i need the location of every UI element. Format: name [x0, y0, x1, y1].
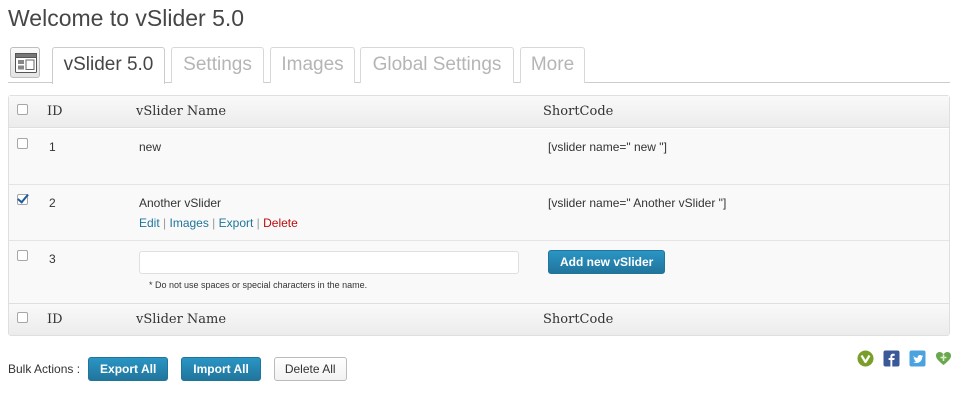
name-hint: * Do not use spaces or special character… [149, 280, 368, 290]
table-row: 2 Another vSlider Edit | Images | Export… [9, 184, 949, 240]
page-title: Welcome to vSlider 5.0 [8, 5, 245, 31]
slider-name-input[interactable] [139, 251, 519, 274]
row-name: Another vSlider [139, 196, 222, 210]
tab-images[interactable]: Images [270, 47, 355, 83]
bulk-actions: Bulk Actions : Export All Import All Del… [8, 356, 360, 381]
row-name: new [135, 128, 542, 184]
plugin-layout-icon [10, 47, 40, 78]
heart-icon[interactable] [935, 350, 952, 367]
column-footer-shortcode: ShortCode [542, 303, 949, 335]
edit-link[interactable]: Edit [139, 216, 160, 230]
column-footer-name: vSlider Name [135, 303, 542, 335]
social-links [857, 350, 952, 367]
separator: | [208, 216, 219, 230]
table-footer-row: ID vSlider Name ShortCode [9, 303, 949, 335]
add-new-vslider-button[interactable]: Add new vSlider [548, 250, 666, 274]
row-checkbox[interactable] [17, 194, 28, 205]
delete-link[interactable]: Delete [263, 216, 298, 230]
row-checkbox[interactable] [17, 138, 28, 149]
table-row: 1 new [vslider name=" new "] [9, 128, 949, 184]
vslider-icon[interactable] [857, 350, 874, 367]
select-all-checkbox[interactable] [17, 104, 28, 115]
select-all-checkbox-footer[interactable] [17, 312, 28, 323]
images-link[interactable]: Images [169, 216, 208, 230]
column-header-shortcode: ShortCode [542, 96, 949, 128]
table-header-row: ID vSlider Name ShortCode [9, 96, 949, 128]
tab-settings[interactable]: Settings [171, 47, 264, 83]
column-header-id: ID [39, 96, 135, 128]
import-all-button[interactable]: Import All [181, 356, 261, 381]
row-shortcode: [vslider name=" new "] [542, 128, 949, 184]
bulk-actions-label: Bulk Actions : [8, 361, 81, 376]
new-slider-row: 3 * Do not use spaces or special charact… [9, 240, 949, 303]
slider-table: ID vSlider Name ShortCode 1 new [vslider… [8, 95, 950, 336]
row-checkbox[interactable] [17, 250, 28, 261]
delete-all-button[interactable]: Delete All [273, 356, 347, 381]
row-id: 2 [39, 184, 135, 240]
tab-vslider[interactable]: vSlider 5.0 [52, 47, 165, 84]
column-header-name: vSlider Name [135, 96, 542, 128]
row-shortcode: [vslider name=" Another vSlider "] [542, 184, 949, 240]
facebook-icon[interactable] [883, 350, 900, 367]
twitter-icon[interactable] [909, 350, 926, 367]
tab-more[interactable]: More [520, 47, 585, 83]
export-link[interactable]: Export [219, 216, 254, 230]
separator: | [159, 216, 170, 230]
separator: | [253, 216, 264, 230]
tab-bar: vSlider 5.0 Settings Images Global Setti… [8, 44, 950, 84]
tab-global-settings[interactable]: Global Settings [360, 47, 514, 83]
row-actions: Edit | Images | Export | Delete [139, 216, 541, 230]
export-all-button[interactable]: Export All [88, 356, 169, 381]
column-footer-id: ID [39, 303, 135, 335]
row-id: 3 [39, 240, 135, 303]
row-id: 1 [39, 128, 135, 184]
